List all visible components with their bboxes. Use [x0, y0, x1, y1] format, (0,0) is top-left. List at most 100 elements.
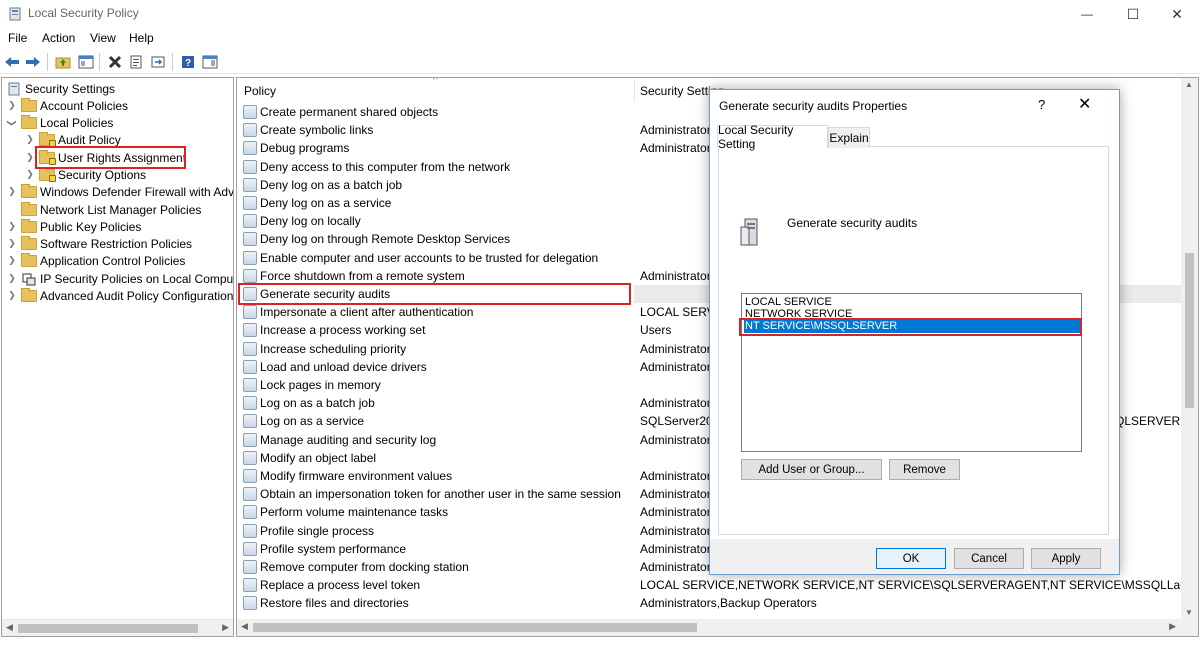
svg-text:?: ? [185, 58, 191, 69]
policy-icon [243, 250, 257, 265]
sort-ascending-icon: ^ [433, 77, 438, 86]
toolbar-separator [172, 53, 173, 71]
export-list-icon[interactable] [149, 53, 167, 71]
tree-item-account-policies[interactable]: ❯ Account Policies [7, 97, 128, 114]
chevron-right-icon[interactable]: ❯ [7, 221, 17, 232]
policy-icon [243, 450, 257, 465]
close-button[interactable]: ✕ [1154, 0, 1200, 28]
chevron-right-icon[interactable]: ❯ [7, 255, 17, 266]
chevron-right-icon[interactable]: ❯ [25, 169, 35, 180]
policy-icon [243, 469, 257, 483]
tree-horizontal-scrollbar[interactable]: ◀ ▶ [2, 619, 233, 636]
toolbar-separator [99, 53, 100, 71]
tree-item-software-restriction-policies[interactable]: ❯ Software Restriction Policies [7, 235, 192, 252]
chevron-right-icon[interactable]: ❯ [7, 100, 17, 111]
policy-name: Perform volume maintenance tasks [260, 505, 449, 520]
chevron-right-icon[interactable]: ❯ [25, 134, 35, 145]
list-horizontal-scrollbar[interactable]: ◀ ▶ [237, 619, 1198, 636]
locked-folder-icon [39, 166, 56, 182]
policy-icon [243, 596, 257, 611]
ip-security-icon [21, 272, 37, 286]
server-policy-icon [739, 217, 761, 247]
tab-explain[interactable]: Explain [828, 127, 870, 148]
remove-button[interactable]: Remove [889, 459, 960, 480]
up-folder-icon[interactable] [54, 53, 72, 71]
apply-button[interactable]: Apply [1031, 548, 1101, 569]
highlight-user-rights-assignment [35, 146, 186, 169]
chevron-right-icon[interactable]: ❯ [25, 152, 35, 163]
policy-name: Deny log on as a batch job [260, 177, 403, 192]
delete-icon[interactable] [106, 53, 124, 71]
tree-label: Network List Manager Policies [40, 202, 202, 217]
menu-help[interactable]: Help [129, 31, 154, 45]
chevron-right-icon[interactable]: ❯ [7, 273, 17, 284]
cancel-button[interactable]: Cancel [954, 548, 1024, 569]
toolbar-separator [47, 53, 48, 71]
policy-icon [243, 396, 257, 411]
list-vertical-scrollbar[interactable]: ▲ ▼ [1181, 78, 1198, 619]
highlight-generate-security-audits [238, 283, 631, 305]
scroll-left-icon[interactable]: ◀ [6, 622, 13, 633]
tree-item-network-list-manager-policies[interactable]: ❯ Network List Manager Policies [7, 201, 201, 218]
policy-icon [243, 214, 257, 229]
tree-label: Security Options [58, 167, 147, 182]
tree-item-application-control-policies[interactable]: ❯ Application Control Policies [7, 252, 185, 269]
show-hide-tree-icon[interactable] [77, 53, 95, 71]
folder-icon [21, 235, 37, 251]
title-bar: Local Security Policy — ☐ ✕ [0, 0, 1200, 28]
help-icon[interactable]: ? [179, 53, 197, 71]
accounts-listbox[interactable]: LOCAL SERVICE NETWORK SERVICE NT SERVICE… [741, 293, 1082, 452]
policy-name: Modify an object label [260, 450, 377, 465]
policy-name: Increase a process working set [260, 323, 426, 338]
tree-item-public-key-policies[interactable]: ❯ Public Key Policies [7, 218, 141, 235]
dialog-close-button[interactable]: ✕ [1078, 94, 1091, 114]
minimize-icon: — [1081, 7, 1093, 21]
chevron-down-icon[interactable]: ❯ [7, 118, 18, 128]
policy-name: Increase scheduling priority [260, 341, 407, 356]
close-icon: ✕ [1171, 5, 1183, 22]
column-divider[interactable] [634, 80, 635, 102]
chevron-right-icon[interactable]: ❯ [7, 290, 17, 301]
maximize-button[interactable]: ☐ [1110, 0, 1156, 28]
scrollbar-thumb[interactable] [253, 623, 697, 632]
add-user-or-group-button[interactable]: Add User or Group... [741, 459, 882, 480]
show-action-pane-icon[interactable] [201, 53, 219, 71]
properties-icon[interactable] [127, 53, 145, 71]
policy-name: Profile system performance [260, 541, 407, 556]
policy-row[interactable]: Replace a process level token LOCAL SERVI… [243, 576, 1193, 594]
scroll-right-icon[interactable]: ▶ [222, 622, 229, 633]
tree-item-windows-defender-firewall[interactable]: ❯ Windows Defender Firewall with Adva [7, 183, 233, 200]
minimize-button[interactable]: — [1064, 0, 1110, 28]
policy-name: Create symbolic links [260, 123, 374, 138]
tree-item-local-policies[interactable]: ❯ Local Policies [7, 114, 113, 131]
menu-action[interactable]: Action [42, 31, 75, 45]
menu-file[interactable]: File [8, 31, 27, 45]
scroll-up-icon[interactable]: ▲ [1185, 80, 1193, 89]
forward-arrow-icon[interactable] [24, 53, 42, 71]
tree-item-ip-security-policies[interactable]: ❯ IP Security Policies on Local Compute [7, 270, 233, 287]
scrollbar-thumb[interactable] [18, 624, 198, 633]
policy-name: Debug programs [260, 141, 350, 156]
policy-name: Obtain an impersonation token for anothe… [260, 487, 621, 502]
ok-button[interactable]: OK [876, 548, 946, 569]
scroll-left-icon[interactable]: ◀ [241, 621, 248, 632]
scrollbar-thumb[interactable] [1185, 253, 1194, 408]
tree-label: Public Key Policies [40, 219, 142, 234]
back-arrow-icon[interactable] [3, 53, 21, 71]
dialog-help-button[interactable]: ? [1038, 97, 1045, 112]
policy-name: Log on as a batch job [260, 396, 375, 411]
tree-label: Security Settings [25, 81, 116, 96]
policy-name: Log on as a service [260, 414, 365, 429]
tree-root-security-settings[interactable]: Security Settings [6, 80, 115, 97]
properties-dialog: Generate security audits Properties ? ✕ … [709, 89, 1120, 575]
scroll-right-icon[interactable]: ▶ [1169, 621, 1176, 632]
scroll-down-icon[interactable]: ▼ [1185, 608, 1193, 617]
tree-label: Audit Policy [58, 132, 121, 147]
tree-item-advanced-audit-policy[interactable]: ❯ Advanced Audit Policy Configuration [7, 287, 233, 304]
chevron-right-icon[interactable]: ❯ [7, 186, 17, 197]
column-header-policy[interactable]: Policy [244, 84, 276, 98]
policy-row[interactable]: Restore files and directories Administrat… [243, 594, 1193, 612]
menu-view[interactable]: View [90, 31, 116, 45]
chevron-right-icon[interactable]: ❯ [7, 238, 17, 249]
tab-local-security-setting[interactable]: Local Security Setting [717, 123, 828, 151]
